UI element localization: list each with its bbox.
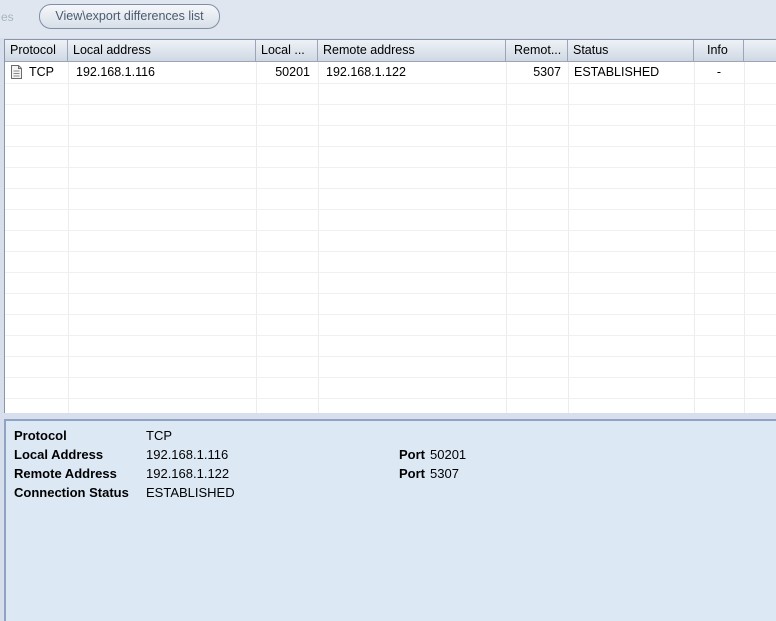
- column-header-remote-port[interactable]: Remot...: [506, 40, 568, 61]
- detail-connection-status-label: Connection Status: [14, 485, 129, 500]
- row-separator: [5, 104, 776, 105]
- column-header-status[interactable]: Status: [568, 40, 694, 61]
- connections-table: Protocol Local address Local ... Remote …: [4, 39, 776, 414]
- row-separator: [5, 251, 776, 252]
- connection-details-panel: Protocol TCP Local Address 192.168.1.116…: [4, 419, 776, 621]
- detail-protocol-value: TCP: [146, 428, 172, 443]
- cell-protocol: TCP: [29, 65, 54, 79]
- detail-remote-address-value: 192.168.1.122: [146, 466, 230, 481]
- column-header-local-address[interactable]: Local address: [68, 40, 256, 61]
- detail-connection-status-value: ESTABLISHED: [146, 485, 235, 500]
- cell-remote-address: 192.168.1.122: [326, 65, 406, 79]
- row-separator: [5, 83, 776, 84]
- toolbar: es View\export differences list: [0, 0, 776, 38]
- document-icon: [11, 65, 22, 79]
- row-separator: [5, 377, 776, 378]
- column-header-protocol[interactable]: Protocol: [5, 40, 68, 61]
- row-separator: [5, 356, 776, 357]
- cell-local-port: 50201: [275, 65, 310, 79]
- detail-remote-port-value: 5307: [430, 466, 459, 481]
- grid-line: [568, 62, 569, 414]
- view-export-differences-button[interactable]: View\export differences list: [39, 4, 220, 29]
- column-header-info[interactable]: Info: [694, 40, 744, 61]
- grid-line: [318, 62, 319, 414]
- detail-local-address-value: 192.168.1.116: [146, 447, 229, 462]
- row-separator: [5, 230, 776, 231]
- row-separator: [5, 398, 776, 399]
- detail-remote-port-label: Port: [399, 466, 425, 481]
- detail-local-port-value: 50201: [430, 447, 467, 462]
- cell-info: -: [716, 65, 722, 79]
- table-row[interactable]: TCP 192.168.1.116 50201 192.168.1.122 53…: [5, 62, 776, 83]
- cell-status: ESTABLISHED: [574, 65, 660, 79]
- row-separator: [5, 146, 776, 147]
- column-header-local-port[interactable]: Local ...: [256, 40, 318, 61]
- grid-line: [68, 62, 69, 414]
- grid-line: [744, 62, 745, 414]
- row-separator: [5, 125, 776, 126]
- row-separator: [5, 188, 776, 189]
- row-separator: [5, 335, 776, 336]
- row-separator: [5, 209, 776, 210]
- row-separator: [5, 314, 776, 315]
- cell-local-address: 192.168.1.116: [76, 65, 156, 79]
- grid-line: [506, 62, 507, 414]
- row-separator: [5, 293, 776, 294]
- column-header-remote-address[interactable]: Remote address: [318, 40, 506, 61]
- row-separator: [5, 167, 776, 168]
- grid-line: [694, 62, 695, 414]
- detail-remote-address-label: Remote Address: [14, 466, 117, 481]
- grid-line: [256, 62, 257, 414]
- row-separator: [5, 272, 776, 273]
- toolbar-faded-label: es: [1, 10, 14, 24]
- cell-remote-port: 5307: [533, 65, 561, 79]
- table-header: Protocol Local address Local ... Remote …: [5, 40, 776, 62]
- detail-protocol-label: Protocol: [14, 428, 67, 443]
- detail-local-port-label: Port: [399, 447, 425, 462]
- detail-local-address-label: Local Address: [14, 447, 104, 462]
